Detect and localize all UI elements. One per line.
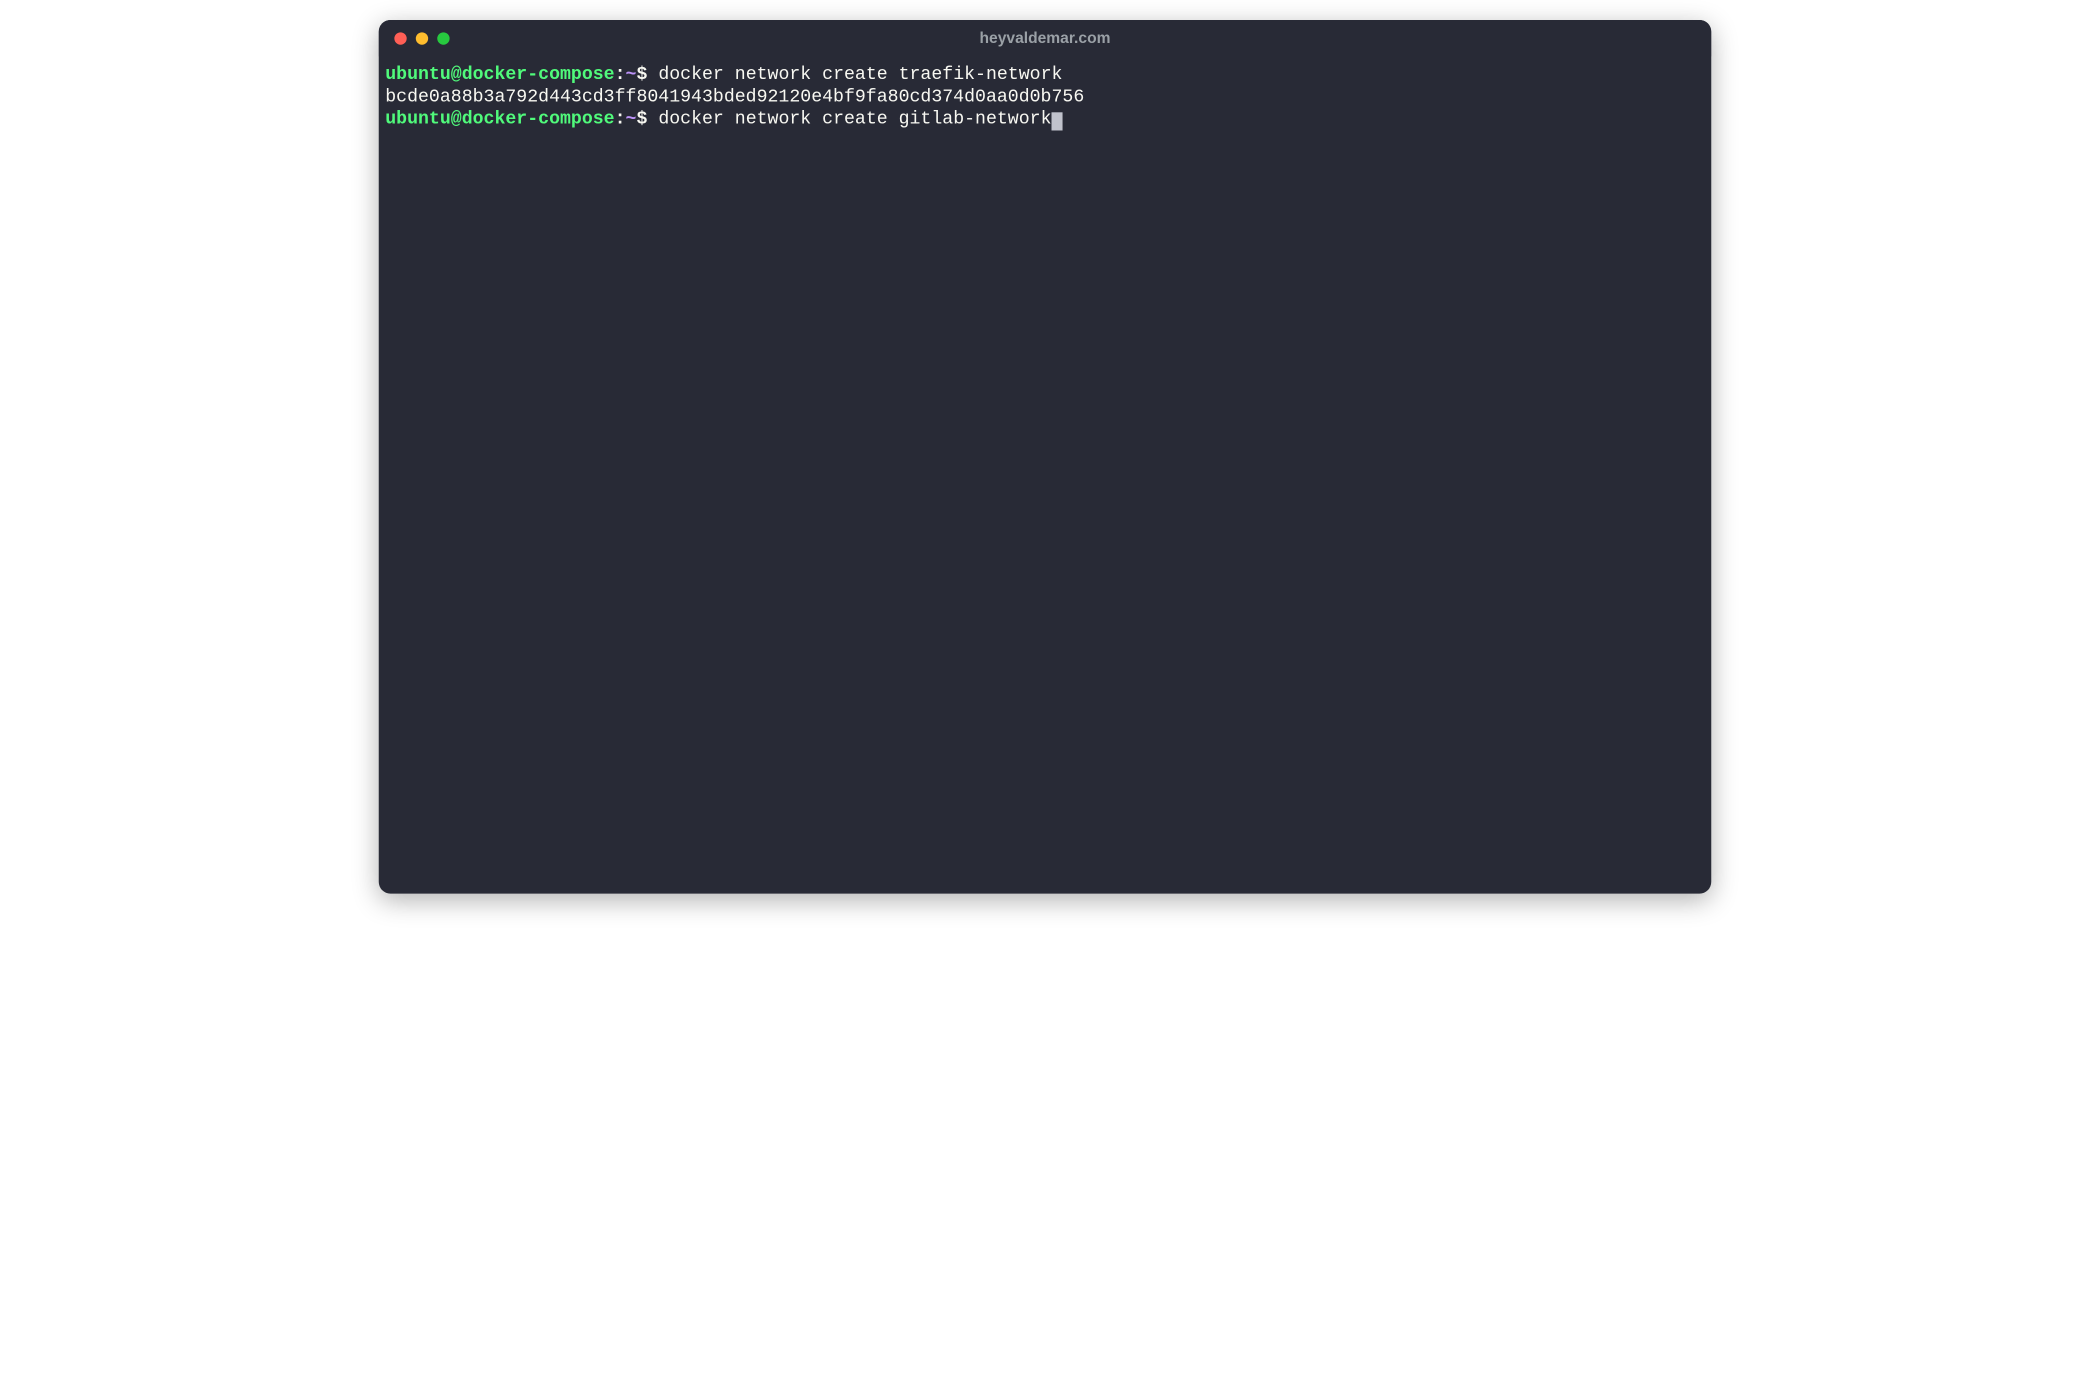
prompt-colon: : bbox=[615, 65, 626, 85]
terminal-body[interactable]: ubuntu@docker-compose:~$ docker network … bbox=[379, 56, 1712, 893]
terminal-window: heyvaldemar.com ubuntu@docker-compose:~$… bbox=[379, 20, 1712, 894]
prompt-colon: : bbox=[615, 109, 626, 129]
terminal-line-1: ubuntu@docker-compose:~$ docker network … bbox=[385, 64, 1705, 86]
minimize-icon[interactable] bbox=[416, 32, 428, 44]
output-1: bcde0a88b3a792d443cd3ff8041943bded92120e… bbox=[385, 86, 1705, 108]
prompt-path: ~ bbox=[626, 109, 637, 129]
prompt-user-host: ubuntu@docker-compose bbox=[385, 65, 614, 85]
titlebar: heyvaldemar.com bbox=[379, 20, 1712, 56]
window-title: heyvaldemar.com bbox=[980, 29, 1111, 47]
terminal-line-2: ubuntu@docker-compose:~$ docker network … bbox=[385, 109, 1705, 131]
prompt-symbol: $ bbox=[636, 109, 647, 129]
close-icon[interactable] bbox=[394, 32, 406, 44]
cursor-icon bbox=[1052, 112, 1063, 130]
maximize-icon[interactable] bbox=[437, 32, 449, 44]
command-1: docker network create traefik-network bbox=[647, 65, 1062, 85]
prompt-symbol: $ bbox=[636, 65, 647, 85]
command-2: docker network create gitlab-network bbox=[647, 109, 1051, 129]
prompt-path: ~ bbox=[626, 65, 637, 85]
prompt-user-host: ubuntu@docker-compose bbox=[385, 109, 614, 129]
traffic-lights bbox=[394, 32, 449, 44]
